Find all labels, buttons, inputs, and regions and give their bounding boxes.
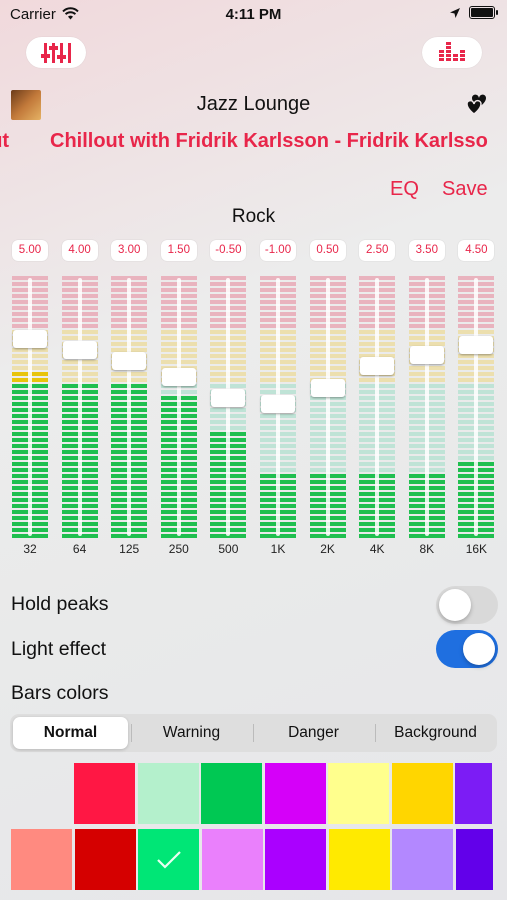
eq-frequency-label: 8K xyxy=(419,542,435,556)
color-swatch[interactable] xyxy=(265,829,326,890)
eq-gain-value: 3.00 xyxy=(111,240,148,261)
color-swatch[interactable] xyxy=(392,829,453,890)
eq-frequency-label: 500 xyxy=(218,542,239,556)
eq-gain-value: 4.00 xyxy=(61,240,98,261)
eq-slider-track[interactable] xyxy=(325,278,330,536)
eq-gain-value: -0.50 xyxy=(210,240,247,261)
eq-slider-thumb[interactable] xyxy=(360,357,395,376)
color-swatch[interactable] xyxy=(455,763,492,824)
sliders-icon xyxy=(41,42,71,63)
eq-slider-thumb[interactable] xyxy=(310,378,345,397)
eq-gain-value: 2.50 xyxy=(359,240,396,261)
eq-slider-track[interactable] xyxy=(176,278,181,536)
eq-button[interactable]: EQ xyxy=(390,178,419,201)
toggle-knob xyxy=(439,589,471,621)
eq-frequency-label: 1K xyxy=(270,542,286,556)
hold-peaks-toggle[interactable] xyxy=(436,586,498,624)
location-icon xyxy=(450,7,460,18)
eq-slider-track[interactable] xyxy=(424,278,429,536)
segment-danger[interactable]: Danger xyxy=(256,717,371,749)
eq-frequency-label: 4K xyxy=(369,542,385,556)
eq-frequency-label: 32 xyxy=(23,542,37,556)
eq-slider-track[interactable] xyxy=(77,278,82,536)
eq-frequency-label: 125 xyxy=(119,542,140,556)
color-swatch[interactable] xyxy=(391,763,453,824)
light-effect-label: Light effect xyxy=(11,638,107,660)
color-swatch[interactable] xyxy=(74,763,135,824)
color-swatch[interactable] xyxy=(201,829,263,890)
segment-background[interactable]: Background xyxy=(378,717,493,749)
color-swatch[interactable] xyxy=(264,763,326,824)
eq-gain-value: 4.50 xyxy=(458,240,495,261)
color-swatch[interactable] xyxy=(201,763,262,824)
toggle-knob xyxy=(463,633,495,665)
station-title: Jazz Lounge xyxy=(196,93,311,115)
eq-slider-track[interactable] xyxy=(474,278,479,536)
eq-slider-thumb[interactable] xyxy=(261,394,295,413)
eq-frequency-label: 250 xyxy=(168,542,189,556)
segment-divider xyxy=(131,724,132,742)
eq-frequency-label: 16K xyxy=(465,542,488,556)
eq-slider-thumb[interactable] xyxy=(62,341,97,359)
eq-gain-value: 0.50 xyxy=(309,240,346,261)
visualizer-button[interactable] xyxy=(422,37,482,68)
eq-slider-thumb[interactable] xyxy=(459,335,494,354)
status-bar: Carrier 4:11 PM xyxy=(0,0,507,30)
color-swatch[interactable] xyxy=(137,763,199,824)
marquee-text: Chillout with Fridrik Karlsson - Fridrik… xyxy=(50,130,488,152)
light-effect-toggle[interactable] xyxy=(436,630,498,668)
eq-slider-track[interactable] xyxy=(28,278,32,536)
segment-divider xyxy=(375,724,376,742)
eq-slider-thumb[interactable] xyxy=(13,330,47,349)
hearts-icon[interactable] xyxy=(464,92,494,118)
clock: 4:11 PM xyxy=(225,6,282,23)
eq-gain-value: -1.00 xyxy=(260,240,296,261)
hold-peaks-label: Hold peaks xyxy=(11,593,109,615)
segment-warning[interactable]: Warning xyxy=(134,717,249,749)
eq-gain-value: 5.00 xyxy=(12,240,48,261)
equalizer-bars-icon xyxy=(439,41,465,61)
eq-gain-value: 3.50 xyxy=(408,240,445,261)
eq-slider-thumb[interactable] xyxy=(211,389,246,408)
bars-colors-label: Bars colors xyxy=(11,682,109,704)
eq-slider-thumb[interactable] xyxy=(161,367,196,386)
color-swatch[interactable] xyxy=(328,763,389,824)
color-swatch[interactable] xyxy=(455,829,493,890)
checkmark-icon xyxy=(157,851,181,869)
eq-gain-value: 1.50 xyxy=(160,240,197,261)
color-swatch[interactable] xyxy=(11,829,72,890)
battery-icon xyxy=(469,6,498,19)
eq-slider-track[interactable] xyxy=(375,278,380,536)
segment-normal[interactable]: Normal xyxy=(13,717,128,749)
save-button[interactable]: Save xyxy=(442,178,488,201)
eq-slider-thumb[interactable] xyxy=(409,346,444,365)
mixer-button[interactable] xyxy=(26,37,86,68)
color-swatch[interactable] xyxy=(138,829,199,890)
segment-divider xyxy=(253,724,254,742)
color-swatch[interactable] xyxy=(328,829,390,890)
eq-frequency-label: 64 xyxy=(72,542,87,556)
color-swatch[interactable] xyxy=(74,829,136,890)
eq-frequency-label: 2K xyxy=(320,542,335,556)
preset-name: Rock xyxy=(231,206,276,227)
eq-slider-thumb[interactable] xyxy=(112,351,147,370)
now-playing-marquee: out Chillout with Fridrik Karlsson - Fri… xyxy=(0,130,507,156)
eq-slider-track[interactable] xyxy=(127,278,132,536)
color-type-segmented-control[interactable]: Normal Warning Danger Background xyxy=(10,714,497,752)
marquee-fragment: out xyxy=(0,130,10,152)
